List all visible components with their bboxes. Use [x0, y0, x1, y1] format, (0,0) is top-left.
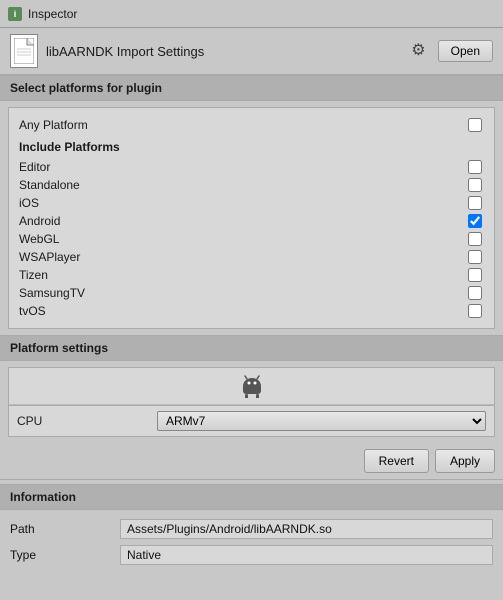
cpu-label: CPU [17, 414, 157, 428]
select-platforms-header: Select platforms for plugin [0, 75, 503, 101]
platform-checkbox-tizen[interactable] [468, 268, 482, 282]
platform-list: Editor Standalone iOS Android WebGL WSAPlayer… [19, 158, 484, 320]
any-platform-checkbox[interactable] [468, 118, 482, 132]
platform-label: iOS [19, 196, 39, 210]
platform-label: Tizen [19, 268, 48, 282]
inspector-icon: i [8, 7, 22, 21]
platform-row: Editor [19, 158, 484, 176]
platform-settings-panel: CPU ARMv7x86FAT (ARMv7 + x86) [8, 367, 495, 437]
platform-label: Android [19, 214, 60, 228]
platform-row: Android [19, 212, 484, 230]
cpu-row: CPU ARMv7x86FAT (ARMv7 + x86) [9, 406, 494, 436]
platform-checkbox-ios[interactable] [468, 196, 482, 210]
include-platforms-label: Include Platforms [19, 140, 120, 154]
information-panel: Information Path Assets/Plugins/Android/… [0, 480, 503, 578]
platform-settings-section: Platform settings CPU ARMv7x86FAT (ARMv7… [0, 335, 503, 437]
any-platform-label: Any Platform [19, 118, 88, 132]
platform-row: Tizen [19, 266, 484, 284]
platform-row: tvOS [19, 302, 484, 320]
cpu-select[interactable]: ARMv7x86FAT (ARMv7 + x86) [157, 411, 486, 431]
title-bar: i Inspector [0, 0, 503, 28]
path-label: Path [10, 522, 120, 536]
gear-button[interactable]: ⚙ [407, 41, 429, 61]
android-platform-icon [241, 374, 263, 398]
platform-label: SamsungTV [19, 286, 85, 300]
platform-checkbox-android[interactable] [468, 214, 482, 228]
platform-checkbox-samsungtv[interactable] [468, 286, 482, 300]
path-value: Assets/Plugins/Android/libAARNDK.so [120, 519, 493, 539]
platform-row: WSAPlayer [19, 248, 484, 266]
type-value: Native [120, 545, 493, 565]
type-label: Type [10, 548, 120, 562]
platform-settings-header: Platform settings [0, 335, 503, 361]
title-bar-label: Inspector [28, 7, 77, 21]
include-platforms-row: Include Platforms [19, 134, 484, 158]
platform-checkbox-standalone[interactable] [468, 178, 482, 192]
apply-button[interactable]: Apply [435, 449, 495, 473]
android-icon-row [9, 368, 494, 405]
platform-label: Editor [19, 160, 50, 174]
platform-label: tvOS [19, 304, 46, 318]
file-icon [10, 34, 38, 68]
platform-label: Standalone [19, 178, 80, 192]
type-row: Type Native [10, 542, 493, 568]
platform-label: WebGL [19, 232, 59, 246]
platform-label: WSAPlayer [19, 250, 80, 264]
platform-checkbox-editor[interactable] [468, 160, 482, 174]
file-header: libAARNDK Import Settings ⚙ Open [0, 28, 503, 75]
file-name: libAARNDK Import Settings [46, 44, 204, 59]
platform-checkbox-webgl[interactable] [468, 232, 482, 246]
any-platform-row: Any Platform [19, 116, 484, 134]
platforms-panel: Any Platform Include Platforms Editor Sta… [8, 107, 495, 329]
path-row: Path Assets/Plugins/Android/libAARNDK.so [10, 516, 493, 542]
platform-checkbox-wsaplayer[interactable] [468, 250, 482, 264]
platform-checkbox-tvos[interactable] [468, 304, 482, 318]
platform-row: WebGL [19, 230, 484, 248]
select-platforms-section: Select platforms for plugin Any Platform… [0, 75, 503, 329]
platform-row: iOS [19, 194, 484, 212]
platform-row: Standalone [19, 176, 484, 194]
buttons-row: Revert Apply [0, 443, 503, 479]
revert-button[interactable]: Revert [364, 449, 429, 473]
platform-row: SamsungTV [19, 284, 484, 302]
information-header: Information [0, 484, 503, 510]
file-info: libAARNDK Import Settings [10, 34, 204, 68]
open-button[interactable]: Open [438, 40, 493, 62]
